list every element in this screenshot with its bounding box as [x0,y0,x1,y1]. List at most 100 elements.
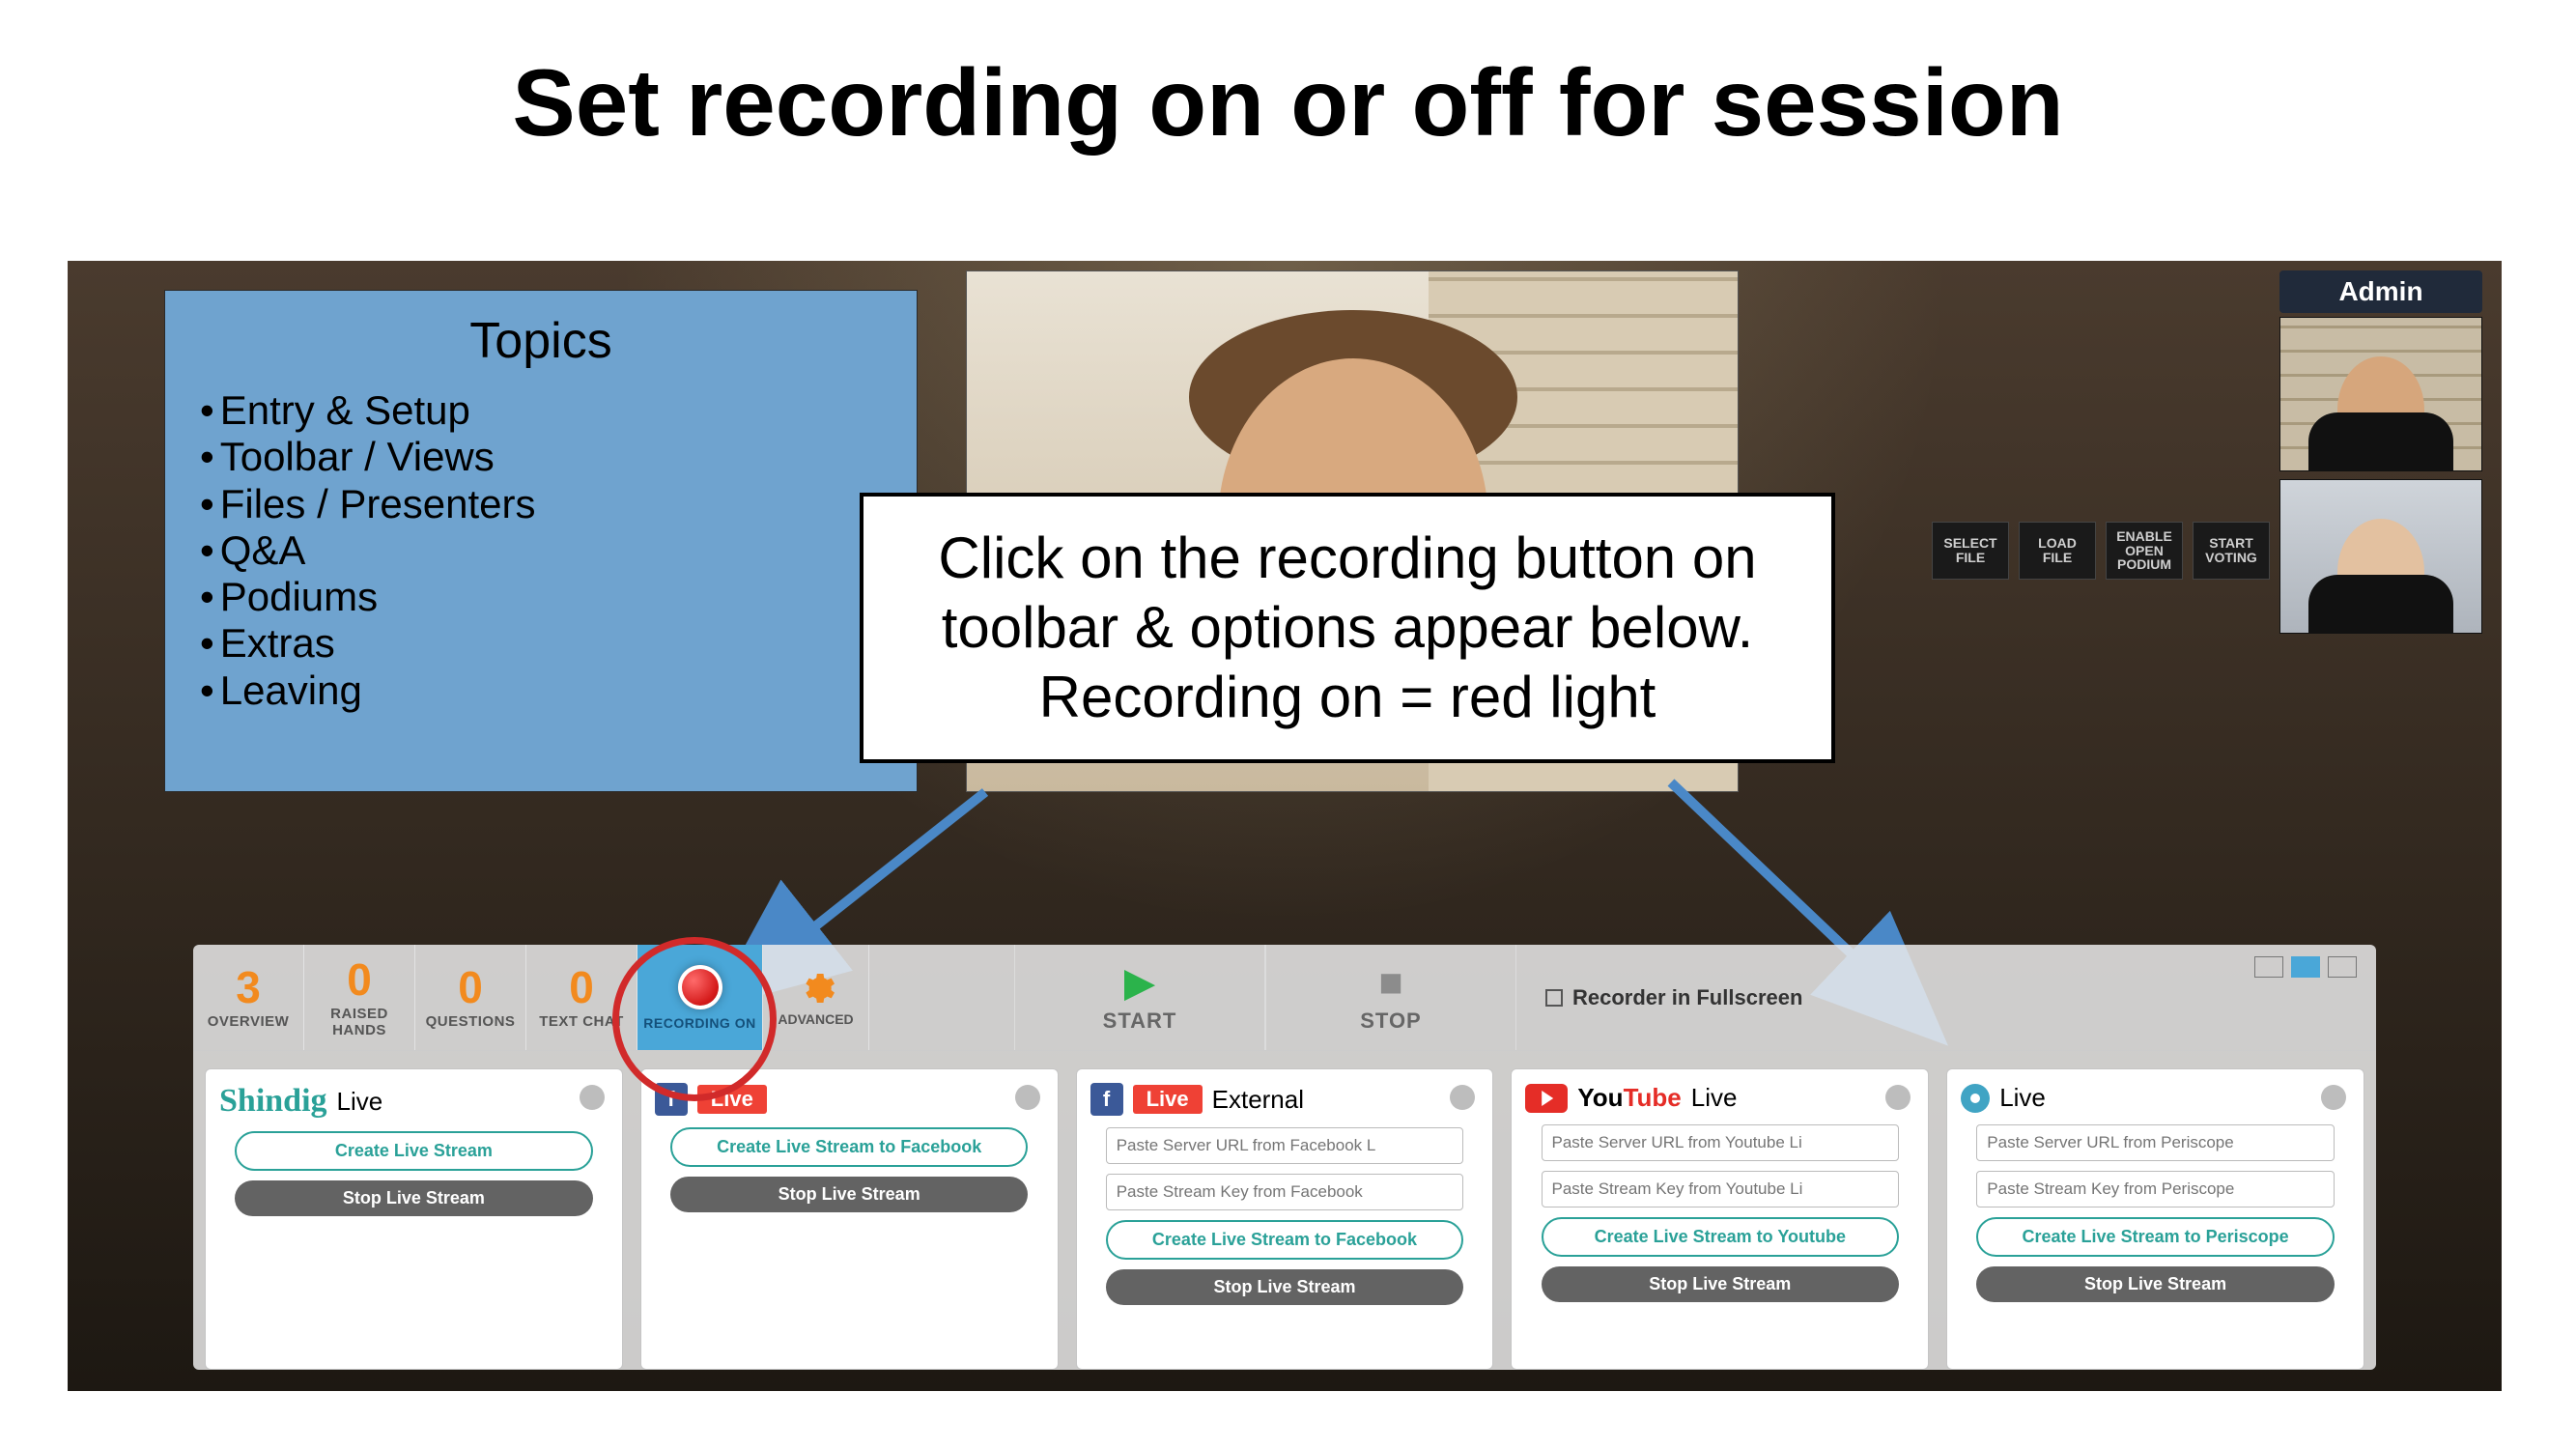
advanced-button[interactable]: ADVANCED [763,945,869,1050]
fullscreen-label: Recorder in Fullscreen [1572,985,1802,1010]
server-url-input[interactable] [1976,1124,2335,1161]
stream-cards: Shindig Live Create Live Stream Stop Liv… [193,1051,2376,1370]
create-stream-button[interactable]: Create Live Stream to Youtube [1542,1217,1900,1257]
enable-open-podium-button[interactable]: ENABLE OPEN PODIUM [2106,522,2183,580]
view-mode-1[interactable] [2254,956,2283,978]
load-file-button[interactable]: LOAD FILE [2019,522,2096,580]
card-periscope: Live Create Live Stream to Periscope Sto… [1946,1068,2364,1370]
admin-label: Admin [2279,270,2482,313]
periscope-icon [1961,1084,1990,1113]
shindig-logo: Shindig [219,1083,327,1120]
stream-key-input[interactable] [1542,1171,1900,1208]
recording-panel: 3 OVERVIEW 0 RAISED HANDS 0 QUESTIONS 0 … [193,945,2376,1370]
admin-thumb-1[interactable] [2279,317,2482,471]
admin-column: Admin [2279,270,2482,641]
counter-overview[interactable]: 3 OVERVIEW [193,945,304,1050]
topic-item: Toolbar / Views [200,434,890,480]
stop-label: STOP [1360,1009,1422,1034]
advanced-label: ADVANCED [778,1011,853,1027]
counter-label: QUESTIONS [415,1013,525,1030]
create-stream-button[interactable]: Create Live Stream to Periscope [1976,1217,2335,1257]
view-mode-2[interactable] [2291,956,2320,978]
gear-icon [797,969,835,1008]
create-stream-button[interactable]: Create Live Stream to Facebook [1106,1220,1464,1260]
topic-item: Q&A [200,527,890,574]
brand-row: Shindig Live [219,1083,609,1120]
counter-num: 0 [304,957,414,1002]
view-mode-icons [2254,956,2357,978]
counter-label: RAISED HANDS [304,1006,414,1038]
live-text: Live [337,1087,383,1117]
stop-icon: ■ [1378,962,1402,1003]
stream-key-input[interactable] [1976,1171,2335,1208]
live-text: Live [1999,1083,2046,1113]
topics-heading: Topics [192,312,890,370]
start-label: START [1103,1009,1177,1034]
card-shindig: Shindig Live Create Live Stream Stop Liv… [205,1068,623,1370]
live-badge: Live [697,1085,767,1114]
stop-stream-button[interactable]: Stop Live Stream [1106,1269,1464,1305]
brand-row: Live [1961,1083,2350,1113]
select-file-button[interactable]: SELECT FILE [1932,522,2009,580]
app-stage: Topics Entry & Setup Toolbar / Views Fil… [68,261,2502,1391]
stop-stream-button[interactable]: Stop Live Stream [1542,1266,1900,1302]
status-dot [580,1085,605,1110]
stage-control-row: SELECT FILE LOAD FILE ENABLE OPEN PODIUM… [1932,522,2270,580]
live-text: Live [1691,1083,1738,1113]
stop-button[interactable]: ■ STOP [1265,945,1516,1050]
stop-stream-button[interactable]: Stop Live Stream [1976,1266,2335,1302]
counter-label: OVERVIEW [193,1013,303,1030]
recorder-fullscreen-checkbox[interactable]: Recorder in Fullscreen [1545,945,1802,1050]
counter-num: 0 [415,965,525,1009]
create-stream-button[interactable]: Create Live Stream [235,1131,593,1171]
facebook-icon: f [1090,1083,1123,1116]
counter-text-chat[interactable]: 0 TEXT CHAT [526,945,637,1050]
stop-stream-button[interactable]: Stop Live Stream [235,1180,593,1216]
status-dot [2321,1085,2346,1110]
start-button[interactable]: ▶ START [1014,945,1265,1050]
view-mode-3[interactable] [2328,956,2357,978]
card-facebook: f Live Create Live Stream to Facebook St… [640,1068,1059,1370]
server-url-input[interactable] [1106,1127,1464,1164]
card-youtube: YouTube Live Create Live Stream to Youtu… [1511,1068,1929,1370]
recording-label: RECORDING ON [643,1015,755,1031]
play-icon: ▶ [1124,962,1155,1003]
instruction-callout: Click on the recording button on toolbar… [860,493,1835,763]
arrow-left [782,773,1033,966]
topic-item: Entry & Setup [200,387,890,434]
start-voting-button[interactable]: START VOTING [2193,522,2270,580]
counter-questions[interactable]: 0 QUESTIONS [415,945,526,1050]
counter-num: 3 [193,965,303,1009]
card-facebook-external: f Live External Create Live Stream to Fa… [1076,1068,1494,1370]
checkbox-icon [1545,989,1563,1007]
server-url-input[interactable] [1542,1124,1900,1161]
slide-title: Set recording on or off for session [0,48,2576,157]
create-stream-button[interactable]: Create Live Stream to Facebook [670,1127,1029,1167]
facebook-icon: f [655,1083,688,1116]
brand-row: f Live [655,1083,1044,1116]
stream-key-input[interactable] [1106,1174,1464,1210]
recording-toggle-button[interactable]: RECORDING ON [637,945,763,1050]
topic-item: Leaving [200,668,890,714]
topics-panel: Topics Entry & Setup Toolbar / Views Fil… [164,290,918,792]
status-dot [1015,1085,1040,1110]
slide: Set recording on or off for session Topi… [0,0,2576,1449]
brand-row: YouTube Live [1525,1083,1914,1113]
record-indicator-icon [678,965,722,1009]
topics-list: Entry & Setup Toolbar / Views Files / Pr… [192,387,890,714]
youtube-word: YouTube [1577,1083,1681,1113]
status-dot [1885,1085,1911,1110]
counter-raised-hands[interactable]: 0 RAISED HANDS [304,945,415,1050]
external-text: External [1212,1085,1304,1115]
topic-item: Extras [200,620,890,667]
brand-row: f Live External [1090,1083,1480,1116]
admin-thumb-2[interactable] [2279,479,2482,634]
recording-toolbar: 3 OVERVIEW 0 RAISED HANDS 0 QUESTIONS 0 … [193,945,2376,1051]
counter-label: TEXT CHAT [526,1013,637,1030]
stop-stream-button[interactable]: Stop Live Stream [670,1177,1029,1212]
topic-item: Files / Presenters [200,481,890,527]
live-badge: Live [1133,1085,1203,1114]
youtube-icon [1525,1084,1568,1113]
topic-item: Podiums [200,574,890,620]
counter-num: 0 [526,965,637,1009]
